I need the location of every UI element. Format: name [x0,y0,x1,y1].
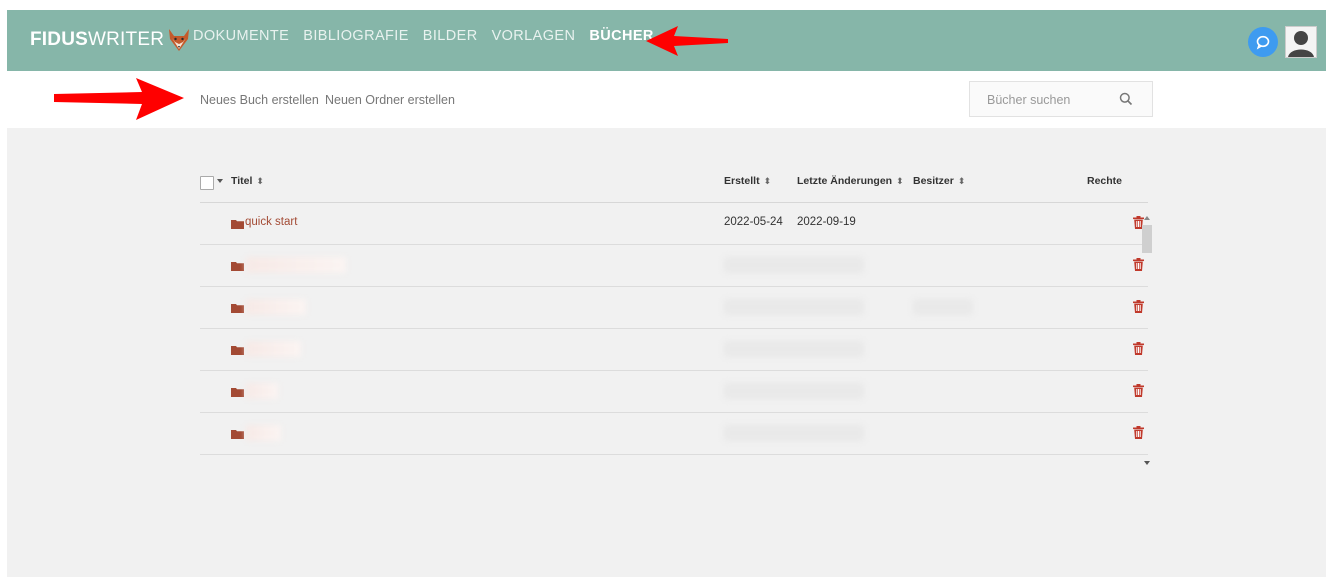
folder-icon [231,220,244,229]
search-input[interactable] [970,82,1129,118]
trash-icon[interactable] [1133,258,1144,271]
chat-icon [1256,35,1270,50]
redacted-owner [913,299,973,315]
row-modified: 2022-09-19 [797,216,856,228]
logo-bold-text: FIDUS [30,29,88,50]
nav-bibliografie[interactable]: BIBLIOGRAFIE [303,28,409,44]
logo-thin-text: WRITER [88,29,165,50]
redacted-title [246,257,346,273]
folder-icon [231,262,244,271]
col-rights: Rechte [1087,175,1123,187]
folder-icon [231,346,244,355]
app-logo[interactable]: FIDUS WRITER [30,27,191,53]
redacted-title [246,299,306,315]
app-frame: FIDUS WRITER DOKUMENTE BIBLIOGRAFIE BILDE… [7,10,1326,577]
folder-icon [231,430,244,439]
redacted-dates [724,383,864,399]
scroll-up-arrow[interactable] [1144,216,1150,220]
select-all-checkbox[interactable] [200,176,214,190]
col-modified[interactable]: Letzte Änderungen ⬍ [797,175,904,187]
col-owner[interactable]: Besitzer ⬍ [913,175,965,187]
redacted-dates [724,299,864,315]
search-box [969,81,1153,118]
trash-icon[interactable] [1133,426,1144,439]
nav-dokumente[interactable]: DOKUMENTE [193,28,289,44]
nav-bilder[interactable]: BILDER [423,28,478,44]
trash-icon[interactable] [1133,300,1144,313]
trash-icon[interactable] [1133,342,1144,355]
chat-button[interactable] [1248,27,1278,57]
table-row [200,413,1148,455]
folder-icon [231,388,244,397]
table-row [200,245,1148,287]
table-row: quick start 2022-05-24 2022-09-19 [200,203,1148,245]
row-title-link[interactable]: quick start [245,216,297,228]
row-created: 2022-05-24 [724,216,783,228]
main-nav: DOKUMENTE BIBLIOGRAFIE BILDER VORLAGEN B… [193,28,668,44]
fox-logo-icon [169,29,190,51]
redacted-title [246,341,301,357]
action-bar: Neues Buch erstellen Neuen Ordner erstel… [7,71,1326,128]
table-row [200,329,1148,371]
table-row [200,287,1148,329]
red-arrow-annotation [54,78,184,120]
scrollbar-thumb[interactable] [1142,225,1152,253]
trash-icon[interactable] [1133,384,1144,397]
col-title[interactable]: Titel ⬍ [231,175,264,187]
search-icon[interactable] [1119,92,1133,106]
redacted-title [246,383,278,399]
red-arrow-annotation [646,26,728,56]
nav-vorlagen[interactable]: VORLAGEN [492,28,576,44]
new-book-button[interactable]: Neues Buch erstellen [200,93,319,107]
redacted-dates [724,257,864,273]
user-avatar[interactable] [1285,26,1317,58]
table-row [200,371,1148,413]
table-header: Titel ⬍ Erstellt ⬍ Letzte Änderungen ⬍ Besi… [200,170,1148,202]
redacted-dates [724,341,864,357]
col-created[interactable]: Erstellt ⬍ [724,175,771,187]
select-dropdown-caret[interactable] [217,179,223,183]
user-avatar-icon [1288,31,1314,57]
redacted-title [246,425,281,441]
scroll-down-arrow[interactable] [1144,461,1150,465]
redacted-dates [724,425,864,441]
folder-icon [231,304,244,313]
new-folder-button[interactable]: Neuen Ordner erstellen [325,93,455,107]
